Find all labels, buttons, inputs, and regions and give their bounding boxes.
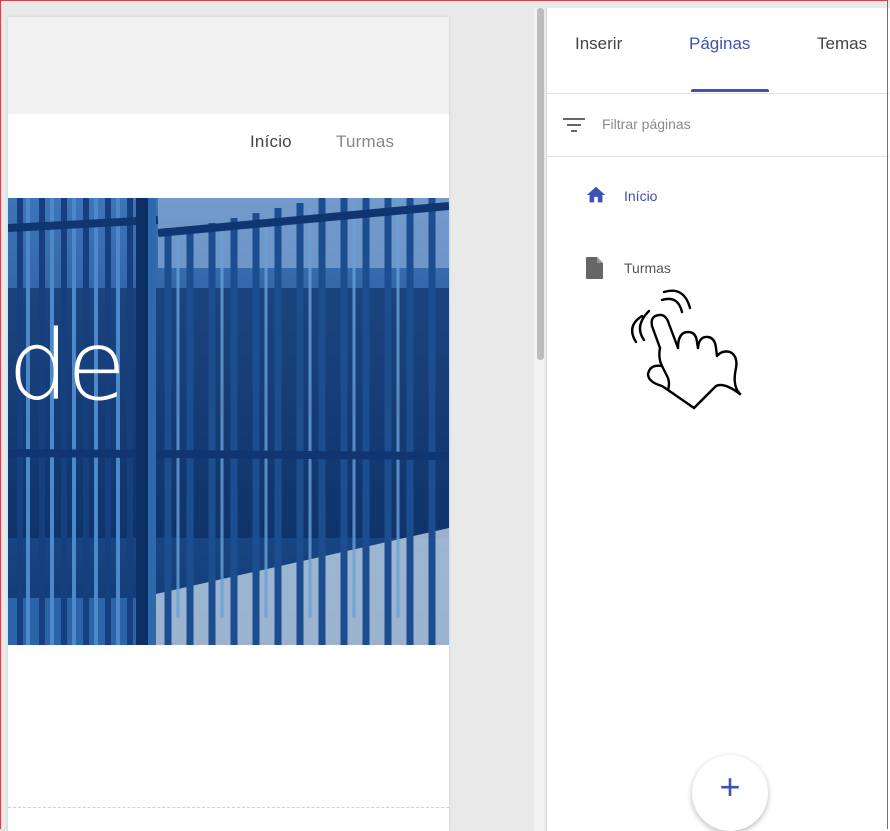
add-icon: + [719, 766, 741, 807]
filter-icon [563, 116, 585, 139]
active-tab-indicator [691, 89, 769, 92]
scrollbar-thumb[interactable] [537, 8, 544, 360]
site-nav-link-home[interactable]: Início [250, 132, 292, 152]
add-page-button[interactable]: + [692, 755, 768, 831]
site-nav-link-classes[interactable]: Turmas [336, 132, 394, 152]
tap-hand-icon [622, 286, 752, 416]
tab-insert[interactable]: Inserir [575, 34, 622, 54]
tab-pages[interactable]: Páginas [689, 34, 750, 54]
page-icon [585, 256, 605, 285]
home-icon [585, 184, 607, 211]
filter-pages-input[interactable] [602, 116, 872, 132]
page-label-classes: Turmas [624, 260, 671, 276]
page-label-home: Início [624, 188, 658, 204]
preview-header [8, 17, 449, 114]
hero-banner-image: de [8, 198, 449, 645]
section-divider [8, 807, 449, 808]
tab-themes[interactable]: Temas [817, 34, 867, 54]
page-list-item-home[interactable]: Início [547, 174, 887, 218]
hero-title: de [8, 310, 126, 422]
page-list-item-classes[interactable]: Turmas [547, 246, 887, 290]
site-navigation [8, 114, 449, 196]
